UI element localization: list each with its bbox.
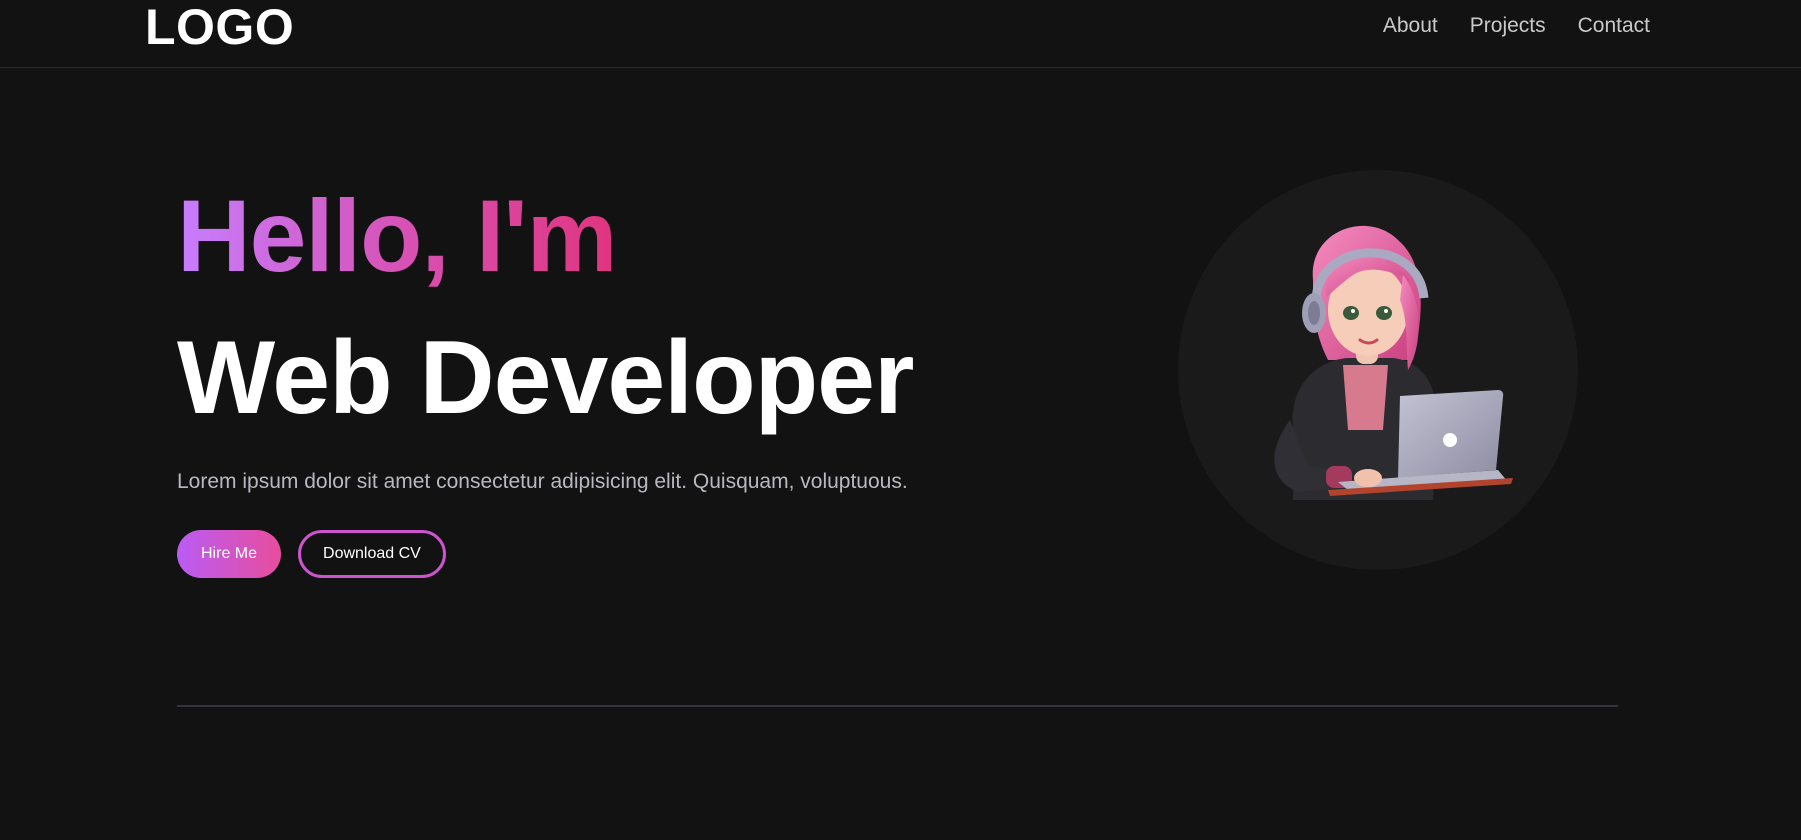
section-divider bbox=[177, 705, 1618, 707]
hero-description: Lorem ipsum dolor sit amet consectetur a… bbox=[177, 470, 908, 493]
hire-me-button[interactable]: Hire Me bbox=[177, 530, 282, 578]
hero-greeting: Hello, I'm bbox=[177, 179, 617, 293]
hero-buttons: Hire Me Download CV bbox=[177, 530, 997, 578]
site-header: LOGO About Projects Contact bbox=[0, 0, 1801, 68]
hero-role: Web Developer bbox=[177, 320, 914, 436]
avatar-circle bbox=[1178, 170, 1578, 570]
nav-link-about[interactable]: About bbox=[1383, 12, 1438, 40]
girl-with-laptop-illustration bbox=[1274, 225, 1513, 500]
logo[interactable]: LOGO bbox=[145, 0, 294, 54]
main-nav: About Projects Contact bbox=[1383, 12, 1650, 40]
nav-link-projects[interactable]: Projects bbox=[1470, 12, 1546, 40]
hero-text: Hello, I'm Web Developer Lorem ipsum dol… bbox=[177, 180, 997, 578]
nav-link-contact[interactable]: Contact bbox=[1578, 12, 1650, 40]
download-cv-button[interactable]: Download CV bbox=[298, 530, 446, 578]
